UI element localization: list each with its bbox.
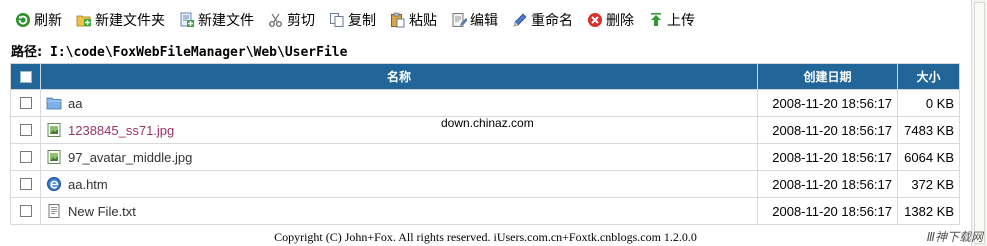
new-folder-button[interactable]: 新建文件夹 [76, 9, 165, 31]
file-size: 1382 KB [897, 197, 960, 225]
edit-label: 编辑 [470, 13, 498, 29]
file-table: 名称 创建日期 大小 aa 2008-11-20 18:56:17 0 KB 1… [10, 63, 960, 225]
paste-icon [390, 12, 406, 28]
toolbar: 刷新 新建文件夹 新建文件 剪切 复制 粘贴 编辑 重命名 删除 上传 [0, 0, 971, 40]
table-row[interactable]: 97_avatar_middle.jpg 2008-11-20 18:56:17… [10, 143, 960, 171]
vertical-scrollbar[interactable] [971, 0, 987, 246]
file-name-cell: New File.txt [40, 197, 758, 225]
new-file-icon [179, 12, 195, 28]
html-file-icon [46, 176, 62, 192]
new-folder-icon [76, 12, 92, 28]
scissors-icon [268, 12, 284, 28]
row-select-cell [10, 143, 41, 171]
rename-label: 重命名 [531, 13, 573, 29]
watermark: down.chinaz.com [441, 116, 534, 130]
row-select-cell [10, 170, 41, 198]
file-link[interactable]: 1238845_ss71.jpg [68, 123, 174, 138]
paste-button[interactable]: 粘贴 [390, 9, 437, 31]
table-header-row: 名称 创建日期 大小 [10, 63, 960, 90]
select-all-checkbox[interactable] [19, 71, 32, 83]
new-file-button[interactable]: 新建文件 [179, 9, 254, 31]
paste-label: 粘贴 [409, 13, 437, 29]
row-checkbox[interactable] [19, 178, 32, 190]
file-size: 372 KB [897, 170, 960, 198]
file-name-cell: aa [40, 89, 758, 117]
cut-label: 剪切 [287, 13, 315, 29]
table-row[interactable]: aa 2008-11-20 18:56:17 0 KB [10, 89, 960, 117]
text-file-icon [46, 203, 62, 219]
delete-icon [587, 12, 603, 28]
file-link[interactable]: New File.txt [68, 204, 136, 219]
file-name-cell: aa.htm [40, 170, 758, 198]
table-row[interactable]: New File.txt 2008-11-20 18:56:17 1382 KB [10, 197, 960, 225]
row-checkbox[interactable] [19, 124, 32, 136]
column-header-size[interactable]: 大小 [897, 63, 960, 90]
image-file-icon [46, 149, 62, 165]
row-select-cell [10, 116, 41, 144]
file-size: 7483 KB [897, 116, 960, 144]
file-manager: 刷新 新建文件夹 新建文件 剪切 复制 粘贴 编辑 重命名 删除 上传 路径: … [0, 0, 971, 246]
delete-label: 删除 [606, 13, 634, 29]
edit-button[interactable]: 编辑 [451, 9, 498, 31]
column-header-date[interactable]: 创建日期 [757, 63, 898, 90]
rename-button[interactable]: 重命名 [512, 9, 573, 31]
path-value: I:\code\FoxWebFileManager\Web\UserFile [50, 45, 348, 60]
cut-button[interactable]: 剪切 [268, 9, 315, 31]
file-name-cell: 97_avatar_middle.jpg [40, 143, 758, 171]
refresh-icon [15, 12, 31, 28]
file-date: 2008-11-20 18:56:17 [757, 116, 898, 144]
corner-logo: Ⅲ神下载网 [926, 230, 983, 244]
row-select-cell [10, 197, 41, 225]
new-folder-label: 新建文件夹 [95, 13, 165, 29]
row-select-cell [10, 89, 41, 117]
upload-label: 上传 [667, 13, 695, 29]
copy-button[interactable]: 复制 [329, 9, 376, 31]
table-row[interactable]: aa.htm 2008-11-20 18:56:17 372 KB [10, 170, 960, 198]
file-date: 2008-11-20 18:56:17 [757, 143, 898, 171]
refresh-button[interactable]: 刷新 [15, 9, 62, 31]
column-header-name[interactable]: 名称 [40, 63, 758, 90]
new-file-label: 新建文件 [198, 13, 254, 29]
select-all-cell [10, 63, 41, 90]
file-name-cell: 1238845_ss71.jpg [40, 116, 758, 144]
file-link[interactable]: aa.htm [68, 177, 108, 192]
row-checkbox[interactable] [19, 205, 32, 217]
path-label: 路径: [11, 45, 43, 60]
folder-icon [46, 95, 62, 111]
file-link[interactable]: aa [68, 96, 82, 111]
copy-icon [329, 12, 345, 28]
copy-label: 复制 [348, 13, 376, 29]
scrollbar-thumb[interactable] [974, 2, 985, 244]
row-checkbox[interactable] [19, 151, 32, 163]
refresh-label: 刷新 [34, 13, 62, 29]
delete-button[interactable]: 删除 [587, 9, 634, 31]
file-date: 2008-11-20 18:56:17 [757, 89, 898, 117]
image-file-icon [46, 122, 62, 138]
file-date: 2008-11-20 18:56:17 [757, 197, 898, 225]
file-link[interactable]: 97_avatar_middle.jpg [68, 150, 192, 165]
upload-button[interactable]: 上传 [648, 9, 695, 31]
edit-icon [451, 12, 468, 28]
row-checkbox[interactable] [19, 97, 32, 109]
file-date: 2008-11-20 18:56:17 [757, 170, 898, 198]
file-size: 0 KB [897, 89, 960, 117]
pencil-icon [512, 12, 528, 28]
upload-icon [648, 12, 664, 28]
footer-copyright: Copyright (C) John+Fox. All rights reser… [274, 230, 697, 244]
current-path: 路径: I:\code\FoxWebFileManager\Web\UserFi… [11, 41, 348, 60]
file-size: 6064 KB [897, 143, 960, 171]
